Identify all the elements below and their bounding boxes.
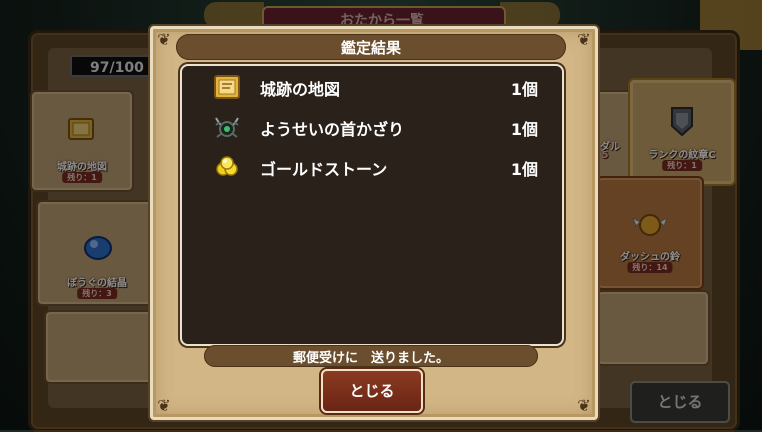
result-row: ゴールドストーン 1個	[212, 152, 548, 182]
result-item-name: ようせいの首かざり	[260, 120, 405, 139]
mailbox-notice: 郵便受けに 送りました。	[292, 351, 449, 366]
gold-stone-icon	[216, 156, 238, 176]
map-icon	[214, 75, 240, 99]
result-row: 城跡の地図 1個	[212, 72, 548, 102]
fairy-necklace-icon	[215, 117, 239, 138]
result-item-qty: 1個	[510, 80, 538, 99]
corner-ornament-icon: ❦	[577, 30, 591, 49]
result-item-name: 城跡の地図	[260, 80, 341, 99]
corner-ornament-icon: ❦	[157, 396, 171, 415]
result-item-qty: 1個	[510, 120, 538, 139]
close-button[interactable]: とじる	[321, 369, 423, 413]
result-item-name: ゴールドストーン	[260, 160, 388, 179]
corner-ornament-icon: ❦	[157, 30, 171, 49]
result-item-qty: 1個	[510, 160, 538, 179]
corner-ornament-icon: ❦	[577, 396, 591, 415]
result-row: ようせいの首かざり 1個	[212, 112, 548, 142]
result-list-panel	[180, 64, 564, 346]
dialog-title: 鑑定結果	[340, 39, 401, 57]
